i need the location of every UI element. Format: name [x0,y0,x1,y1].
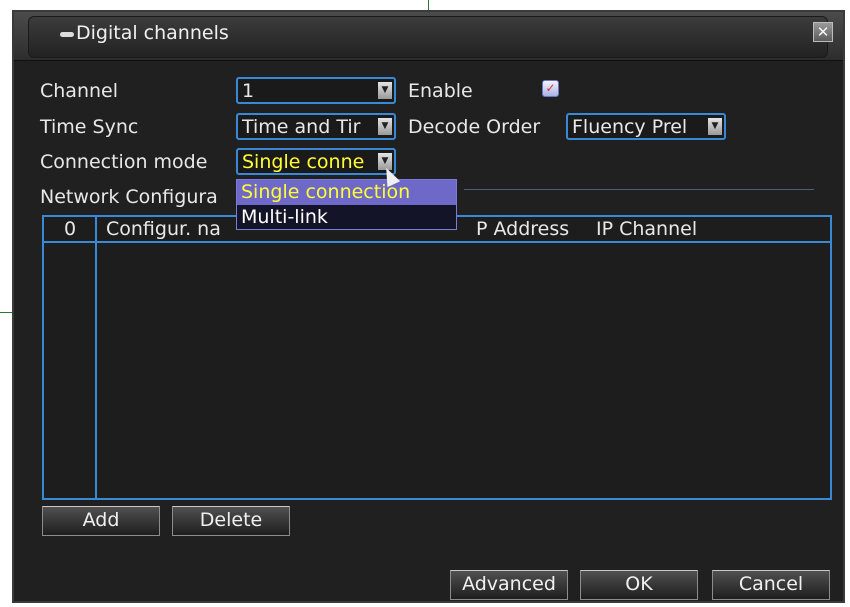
connection-mode-value: Single conne [242,151,365,173]
dialog-title: Digital channels [76,22,229,44]
device-table: 0 Configur. na P Address IP Channel [42,215,832,500]
time-sync-label: Time Sync [40,116,139,138]
digital-channels-dialog: Digital channels ✕ Channel 1 ▼ Enable ✓ … [12,10,845,603]
advanced-button[interactable]: Advanced [450,570,568,600]
decode-order-value: Fluency Prel [572,116,688,138]
column-ip-address: P Address [476,218,570,240]
dropdown-option-multi-link[interactable]: Multi-link [237,205,456,230]
chevron-down-icon[interactable]: ▼ [378,118,392,135]
enable-label: Enable [408,80,473,102]
connection-mode-select[interactable]: Single conne ▼ [236,148,396,175]
close-button[interactable]: ✕ [813,22,833,42]
column-ip-channel: IP Channel [596,218,698,240]
column-config-name: Configur. na [106,218,221,240]
chevron-down-icon[interactable]: ▼ [378,82,392,99]
channel-icon [60,32,74,37]
connection-mode-label: Connection mode [40,151,208,173]
add-button[interactable]: Add [42,506,160,536]
cancel-button[interactable]: Cancel [712,570,830,600]
dropdown-option-single-connection[interactable]: Single connection [237,180,456,205]
time-sync-select[interactable]: Time and Tir ▼ [236,113,396,140]
channel-value: 1 [242,80,255,102]
connection-mode-dropdown[interactable]: Single connection Multi-link [236,179,457,230]
section-divider [464,189,814,190]
delete-button[interactable]: Delete [172,506,290,536]
decode-order-select[interactable]: Fluency Prel ▼ [566,113,726,140]
channel-select[interactable]: 1 ▼ [236,77,396,104]
table-column-divider [95,217,97,498]
background-line-top [428,0,429,10]
background-line-left [0,312,12,313]
chevron-down-icon[interactable]: ▼ [708,118,722,135]
time-sync-value: Time and Tir [242,116,361,138]
column-index: 0 [64,218,77,240]
network-config-label: Network Configura [40,186,218,208]
ok-button[interactable]: OK [580,570,698,600]
title-bar: Digital channels ✕ [14,12,843,61]
decode-order-label: Decode Order [408,116,541,138]
channel-label: Channel [40,80,119,102]
enable-checkbox[interactable]: ✓ [542,80,559,97]
